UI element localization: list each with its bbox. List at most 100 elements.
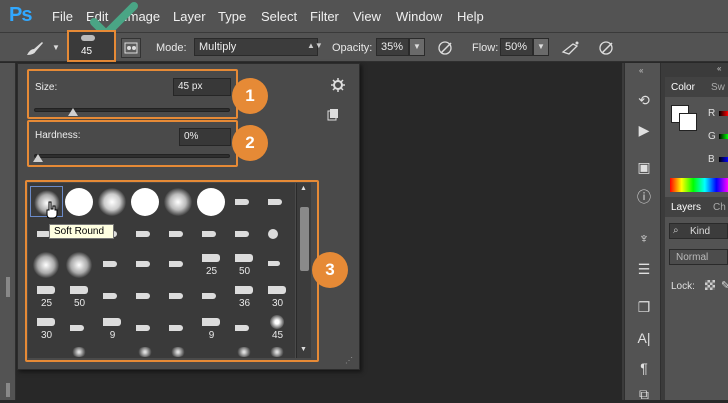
brush-preset-tip[interactable] <box>162 249 195 280</box>
brush-preset-tip[interactable] <box>261 249 294 280</box>
menu-file[interactable]: File <box>52 9 73 24</box>
size-slider-thumb[interactable] <box>68 108 79 116</box>
character-icon[interactable]: A| <box>635 329 653 347</box>
size-input[interactable]: 45 px <box>173 78 231 96</box>
brush-preset-tip[interactable] <box>261 219 294 250</box>
color-spectrum[interactable] <box>670 178 728 192</box>
brush-preset-25[interactable]: 25 <box>30 281 63 312</box>
tab-layers[interactable]: Layers <box>671 202 701 213</box>
chevron-down-icon[interactable]: ▼ <box>52 43 60 52</box>
brush-preset-36[interactable]: 36 <box>228 281 261 312</box>
tab-channels[interactable]: Ch <box>713 202 726 213</box>
hardness-slider-track[interactable] <box>34 154 230 158</box>
play-icon[interactable]: ▶ <box>635 121 653 139</box>
brush-preset-9[interactable]: 9 <box>195 313 228 344</box>
brush-preset-tip[interactable] <box>129 219 162 250</box>
background-color-swatch[interactable] <box>679 113 697 131</box>
brush-preset-soft-round[interactable] <box>96 186 129 217</box>
tab-color[interactable]: Color <box>671 82 695 93</box>
brush-preset-tip[interactable] <box>195 219 228 250</box>
lock-pixels-icon[interactable]: ✎ <box>721 279 728 292</box>
layer-filter-kind[interactable]: ⌕ Kind <box>669 223 728 239</box>
flow-dropdown-icon[interactable]: ▼ <box>533 38 549 56</box>
pressure-size-icon[interactable] <box>598 40 616 56</box>
brush-preset-tip[interactable] <box>96 281 129 312</box>
channel-b-slider[interactable] <box>719 157 728 162</box>
brush-preset-tip[interactable] <box>228 313 261 344</box>
hardness-input[interactable]: 0% <box>179 128 231 146</box>
channel-r-slider[interactable] <box>719 111 728 116</box>
brush-preset-30[interactable]: 30 <box>30 313 63 344</box>
opacity-dropdown-icon[interactable]: ▼ <box>409 38 425 56</box>
menu-select[interactable]: Select <box>261 9 297 24</box>
brush-preset-tip[interactable] <box>162 313 195 344</box>
brush-preset-scatter[interactable] <box>261 345 294 358</box>
brush-presets-icon[interactable]: ♆ <box>635 229 653 247</box>
brush-preset-scatter[interactable] <box>162 345 195 358</box>
hardness-slider-thumb[interactable] <box>33 154 43 162</box>
brush-preset-tip[interactable] <box>261 186 294 217</box>
pressure-opacity-icon[interactable] <box>437 40 455 56</box>
size-slider-track[interactable] <box>34 108 230 112</box>
tool-slot[interactable] <box>6 277 10 297</box>
brush-preset-soft-round[interactable] <box>63 249 96 280</box>
brush-preset-soft-round[interactable] <box>30 249 63 280</box>
brush-preset-hard-round[interactable] <box>129 186 162 217</box>
brush-preset-tip[interactable] <box>129 249 162 280</box>
glyph-icon[interactable]: ⧉ <box>635 385 653 403</box>
menu-layer[interactable]: Layer <box>173 9 206 24</box>
menu-help[interactable]: Help <box>457 9 484 24</box>
opacity-input[interactable]: 35% <box>376 38 409 56</box>
brush-preset-hard-round[interactable] <box>195 186 228 217</box>
history-icon[interactable]: ⟲ <box>635 91 653 109</box>
info-icon[interactable]: ⓘ <box>635 188 653 206</box>
brush-preset-30[interactable]: 30 <box>261 281 294 312</box>
tool-slot[interactable] <box>6 383 10 397</box>
brush-preset-picker[interactable]: 45 <box>67 30 116 62</box>
mode-select[interactable]: Multiply <box>194 38 318 56</box>
brush-preset-tip[interactable] <box>228 219 261 250</box>
brush-preset-50[interactable]: 50 <box>228 249 261 280</box>
channel-g-slider[interactable] <box>719 134 728 139</box>
gear-icon[interactable] <box>330 77 346 93</box>
tab-swatches[interactable]: Sw <box>711 82 725 93</box>
brush-preset-tip[interactable] <box>162 219 195 250</box>
brush-preset-tip[interactable] <box>63 313 96 344</box>
brush-preset-9[interactable]: 9 <box>96 313 129 344</box>
brush-panel-toggle-icon[interactable] <box>121 38 141 58</box>
menu-filter[interactable]: Filter <box>310 9 339 24</box>
brush-preset-45[interactable]: 45 <box>261 313 294 344</box>
scroll-up-icon[interactable]: ▲ <box>300 185 307 192</box>
brush-preset-soft-round[interactable] <box>162 186 195 217</box>
scrollbar-thumb[interactable] <box>300 207 309 271</box>
collapse-icon[interactable]: « <box>717 64 721 73</box>
brush-preset-50[interactable]: 50 <box>63 281 96 312</box>
swatch-stack-icon[interactable]: ▣ <box>635 158 653 176</box>
new-preset-icon[interactable] <box>326 107 340 121</box>
brush-preset-hard-round[interactable] <box>63 186 96 217</box>
preset-grid-scrollbar[interactable]: ▲ ▼ <box>296 183 311 358</box>
brush-preset-scatter[interactable] <box>228 345 261 358</box>
menu-type[interactable]: Type <box>218 9 246 24</box>
scroll-down-icon[interactable]: ▼ <box>300 346 307 353</box>
brush-preset-tip[interactable] <box>195 281 228 312</box>
adjust-icon[interactable]: ☰ <box>635 260 653 278</box>
menu-view[interactable]: View <box>353 9 381 24</box>
brush-preset-scatter[interactable] <box>129 345 162 358</box>
brush-preset-25[interactable]: 25 <box>195 249 228 280</box>
collapse-icon[interactable]: « <box>639 66 643 75</box>
brush-tool-icon[interactable] <box>24 39 46 57</box>
paragraph-icon[interactable]: ¶ <box>635 359 653 377</box>
resize-grip-icon[interactable]: ⋰ <box>345 356 353 365</box>
lock-transparency-icon[interactable] <box>705 280 715 290</box>
brush-preset-tip[interactable] <box>129 281 162 312</box>
brush-preset-scatter[interactable] <box>63 345 96 358</box>
brush-preset-tip[interactable] <box>228 186 261 217</box>
clone-source-icon[interactable]: ❐ <box>635 298 653 316</box>
blend-mode-select[interactable]: Normal <box>669 249 728 265</box>
brush-preset-tip[interactable] <box>96 249 129 280</box>
menu-window[interactable]: Window <box>396 9 442 24</box>
brush-preset-tip[interactable] <box>129 313 162 344</box>
flow-input[interactable]: 50% <box>500 38 533 56</box>
airbrush-icon[interactable] <box>561 40 581 56</box>
